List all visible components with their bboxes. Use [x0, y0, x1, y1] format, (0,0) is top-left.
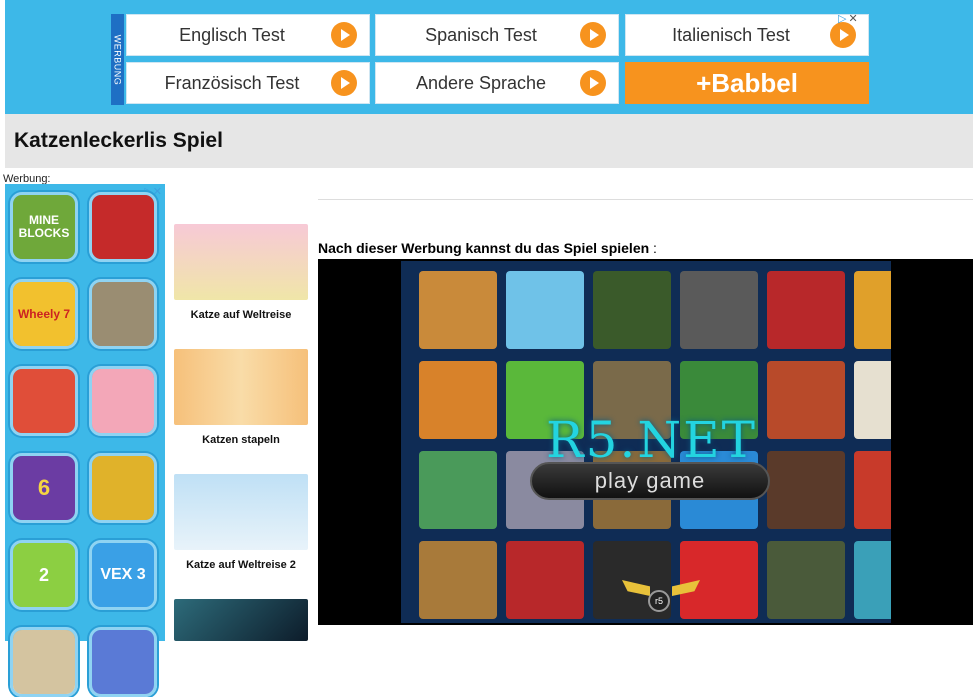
tile-label: 6 [13, 456, 75, 520]
spiderman-icon[interactable] [89, 192, 157, 262]
ad-button-spanisch-test[interactable]: Spanisch Test [375, 14, 619, 56]
divider [318, 199, 973, 200]
ad-button-label: Andere Sprache [415, 72, 547, 93]
tile-label: Wheely 7 [13, 282, 75, 346]
ad-notice: Nach dieser Werbung kannst du das Spiel … [318, 240, 657, 256]
title-bar: Katzenleckerlis Spiel [5, 114, 973, 168]
game-title[interactable]: Katze auf Weltreise 2 [174, 559, 308, 571]
wheely-icon[interactable]: Wheely 7 [10, 279, 78, 349]
tile-label: 2 [13, 543, 75, 607]
play-arrow-icon [331, 70, 357, 96]
werbung-strip-label: WERBUNG [112, 34, 123, 85]
tile-label [13, 369, 75, 433]
talking-dog-icon[interactable] [89, 279, 157, 349]
ad-button-label: Italienisch Test [672, 24, 790, 45]
game-card[interactable]: Katzen stapeln [174, 349, 308, 446]
nurse-doctor-icon[interactable] [89, 366, 157, 436]
tile-label: VEX 3 [92, 543, 154, 607]
om-nom-icon[interactable]: 2 [10, 540, 78, 610]
page-title: Katzenleckerlis Spiel [14, 129, 223, 152]
close-icon[interactable]: ✕ [848, 13, 857, 25]
play-game-button[interactable]: play game [530, 462, 770, 500]
werbung-strip: WERBUNG [111, 14, 124, 105]
subway-surfer-icon[interactable] [10, 366, 78, 436]
play-arrow-icon [580, 70, 606, 96]
game-card[interactable]: Katze auf Weltreise [174, 224, 308, 321]
play-arrow-icon [331, 22, 357, 48]
play-arrow-icon [830, 22, 856, 48]
ad-button-andere-sprache[interactable]: Andere Sprache [375, 62, 619, 104]
ad-button-englisch-test[interactable]: Englisch Test [126, 14, 370, 56]
game-tile[interactable] [10, 627, 78, 697]
ad-button-label: Spanisch Test [425, 24, 537, 45]
tile-label [92, 195, 154, 259]
adchoices-glyph: ▷ [838, 13, 847, 25]
game-title[interactable]: Katzen stapeln [174, 434, 308, 446]
game-thumbnail[interactable] [174, 599, 308, 641]
game-thumbnail[interactable] [174, 224, 308, 300]
vex-icon[interactable]: VEX 3 [89, 540, 157, 610]
tile-label [92, 369, 154, 433]
food-game-icon[interactable]: 6 [10, 453, 78, 523]
game-card[interactable] [174, 599, 308, 641]
game-title[interactable]: Katze auf Weltreise [174, 309, 308, 321]
tile-label [92, 282, 154, 346]
mine-blocks-icon[interactable]: MINE BLOCKS [10, 192, 78, 262]
ad-button-label: Französisch Test [164, 72, 300, 93]
r5-badge-icon: r5 [648, 590, 670, 612]
ad-button-label: Englisch Test [179, 24, 285, 45]
ad-notice-text: Nach dieser Werbung kannst du das Spiel … [318, 240, 650, 256]
game-tile[interactable] [89, 627, 157, 697]
taxi-car-icon[interactable] [89, 453, 157, 523]
game-thumbnail[interactable] [174, 474, 308, 550]
tile-label [92, 456, 154, 520]
adchoices-icon[interactable]: ▷ ✕ [838, 12, 858, 25]
r5-brand-logo: R5.NET [546, 411, 757, 469]
babbel-ad-button[interactable]: +Babbel [625, 62, 869, 104]
game-thumbnail[interactable] [174, 349, 308, 425]
ad-button-italienisch-test[interactable]: Italienisch Test [625, 14, 869, 56]
game-card[interactable]: Katze auf Weltreise 2 [174, 474, 308, 571]
ad-notice-colon: : [649, 240, 657, 256]
tile-label: MINE BLOCKS [13, 195, 75, 259]
play-arrow-icon [580, 22, 606, 48]
ad-button-franzoesisch-test[interactable]: Französisch Test [126, 62, 370, 104]
